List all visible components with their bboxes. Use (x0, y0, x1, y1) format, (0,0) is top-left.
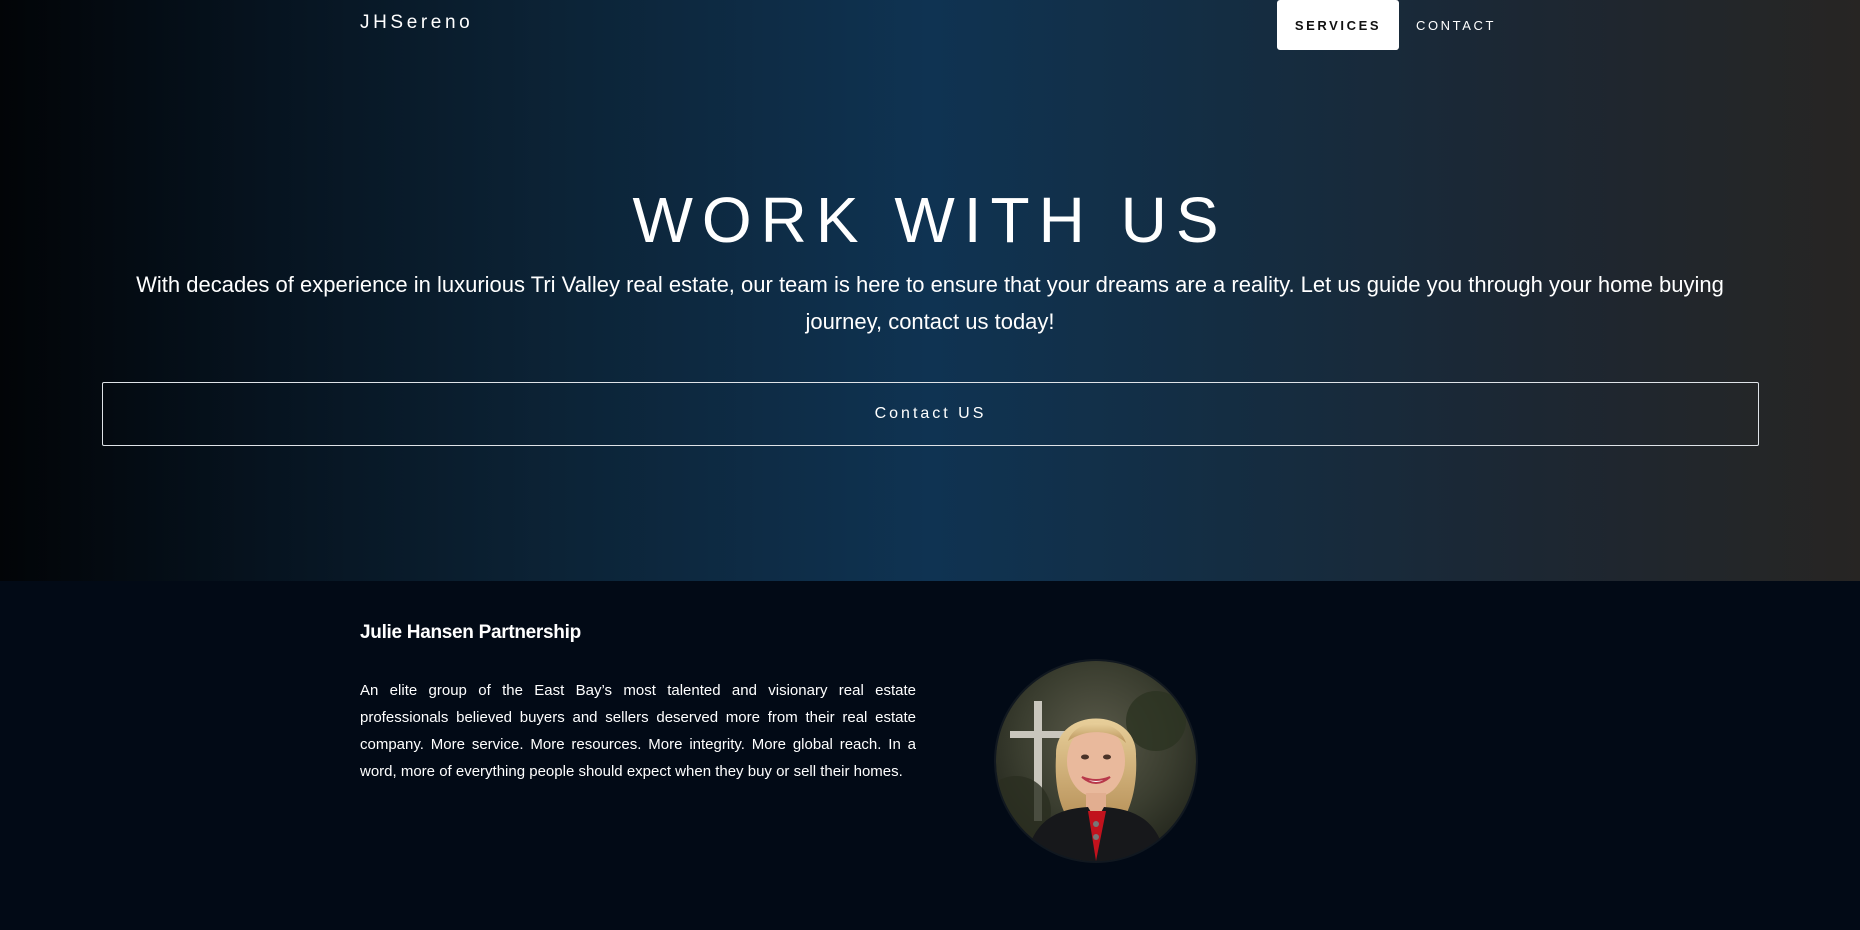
hero-section: JHSereno SERVICES CONTACT WORK WITH US W… (0, 0, 1860, 581)
agent-portrait-image (996, 661, 1196, 861)
brand-logo[interactable]: JHSereno (360, 12, 473, 34)
contact-us-button[interactable]: Contact US (102, 382, 1759, 446)
portrait-illustration (996, 661, 1196, 861)
nav-services-button[interactable]: SERVICES (1277, 0, 1399, 50)
hero-title: WORK WITH US (632, 184, 1228, 256)
nav-contact-link[interactable]: CONTACT (1399, 0, 1513, 50)
hero-subtitle: With decades of experience in luxurious … (136, 272, 1724, 334)
about-section: Julie Hansen Partnership An elite group … (0, 581, 1860, 930)
about-description: An elite group of the East Bay’s most ta… (360, 682, 916, 780)
about-title: Julie Hansen Partnership (360, 622, 581, 643)
